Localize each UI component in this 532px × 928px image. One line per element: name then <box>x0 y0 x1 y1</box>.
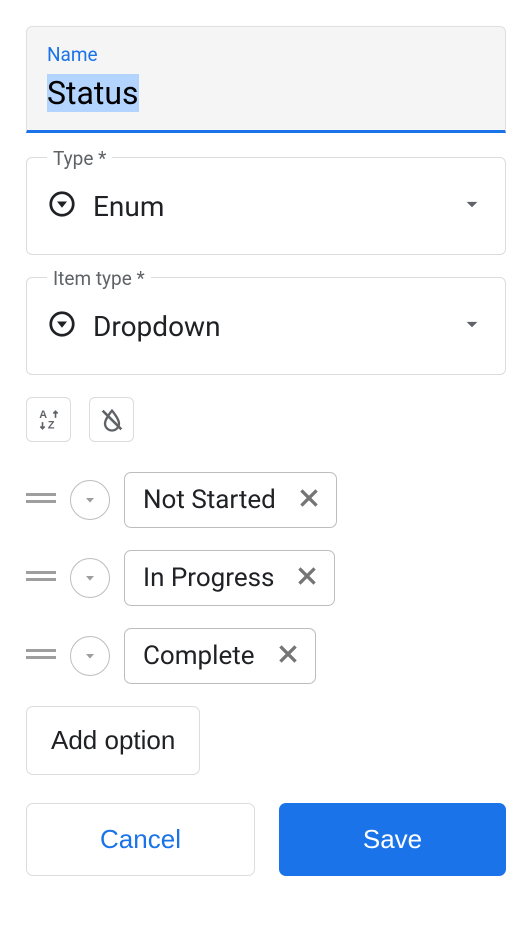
remove-option-icon[interactable] <box>296 485 322 515</box>
svg-text:Z: Z <box>47 419 54 431</box>
color-off-button[interactable] <box>89 397 134 442</box>
svg-text:A: A <box>39 408 47 420</box>
item-type-value: Dropdown <box>93 310 443 343</box>
sort-az-button[interactable]: A Z <box>26 397 71 442</box>
footer-actions: Cancel Save <box>26 803 506 876</box>
item-type-label: Item type * <box>47 267 151 290</box>
chevron-down-icon <box>459 191 485 221</box>
add-option-button[interactable]: Add option <box>26 706 200 775</box>
type-label: Type * <box>47 147 112 170</box>
drag-handle-icon[interactable] <box>26 488 56 512</box>
option-chip[interactable]: In Progress <box>124 550 335 606</box>
option-label: In Progress <box>143 563 274 593</box>
type-value: Enum <box>93 190 443 223</box>
item-type-select[interactable]: Item type * Dropdown <box>26 277 506 375</box>
option-label: Complete <box>143 641 255 671</box>
cancel-button[interactable]: Cancel <box>26 803 255 876</box>
drag-handle-icon[interactable] <box>26 644 56 668</box>
name-field[interactable]: Name Status <box>26 26 506 133</box>
drag-handle-icon[interactable] <box>26 566 56 590</box>
option-row: Complete <box>26 628 506 684</box>
option-color-picker[interactable] <box>70 480 110 520</box>
option-chip[interactable]: Complete <box>124 628 316 684</box>
option-color-picker[interactable] <box>70 558 110 598</box>
option-row: Not Started <box>26 472 506 528</box>
save-button[interactable]: Save <box>279 803 506 876</box>
enum-type-icon <box>47 189 77 223</box>
remove-option-icon[interactable] <box>275 641 301 671</box>
chevron-down-icon <box>459 311 485 341</box>
name-label: Name <box>47 43 485 66</box>
type-select[interactable]: Type * Enum <box>26 157 506 255</box>
option-color-picker[interactable] <box>70 636 110 676</box>
name-value[interactable]: Status <box>47 74 139 112</box>
option-label: Not Started <box>143 485 276 515</box>
option-row: In Progress <box>26 550 506 606</box>
options-toolbar: A Z <box>26 397 506 442</box>
remove-option-icon[interactable] <box>294 563 320 593</box>
dropdown-type-icon <box>47 309 77 343</box>
option-chip[interactable]: Not Started <box>124 472 337 528</box>
